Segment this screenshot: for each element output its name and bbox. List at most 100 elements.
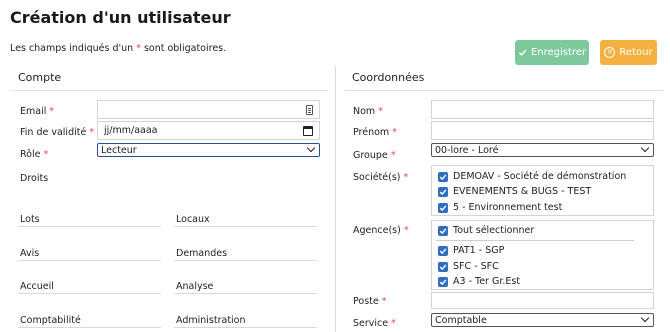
- back-button-label: Retour: [619, 47, 653, 58]
- droit-analyse-underline: [174, 293, 317, 294]
- poste-field[interactable]: [431, 292, 654, 309]
- checkmark-icon: [439, 174, 447, 181]
- droit-administration[interactable]: Administration: [176, 315, 246, 326]
- prenom-label-text: Prénom: [353, 127, 390, 138]
- validity-label-text: Fin de validité: [20, 127, 87, 138]
- droit-accueil-underline: [18, 293, 161, 294]
- section-title-coordonnees: Coordonnées: [352, 71, 425, 84]
- calendar-icon: [303, 125, 313, 136]
- droit-comptabilite[interactable]: Comptabilité: [20, 315, 81, 326]
- checkmark-icon: [439, 205, 447, 212]
- droit-locaux[interactable]: Locaux: [176, 214, 210, 225]
- nom-label-text: Nom: [353, 106, 376, 117]
- email-label-text: Email: [20, 106, 47, 117]
- droit-demandes-underline: [174, 260, 317, 261]
- poste-label: Poste *: [353, 296, 387, 307]
- email-field[interactable]: [97, 100, 320, 119]
- societe-checkbox-2[interactable]: [438, 187, 448, 197]
- societe-option-3: 5 - Environnement test: [453, 202, 563, 213]
- droit-avis[interactable]: Avis: [20, 248, 39, 259]
- close-circle-icon: ✕: [604, 47, 616, 58]
- poste-label-text: Poste: [353, 296, 379, 307]
- section-title-compte: Compte: [18, 71, 62, 84]
- section-rule-coordonnees: [345, 90, 663, 91]
- prenom-required-star: *: [392, 127, 397, 138]
- checkmark-icon: [439, 189, 447, 196]
- role-required-star: *: [43, 149, 49, 160]
- service-label-text: Service: [353, 318, 389, 329]
- validity-date-field[interactable]: jj/mm/aaaa: [97, 121, 320, 140]
- agence-option-3: A3 - Ter Gr.Est: [453, 276, 521, 287]
- societes-label-text: Société(s): [353, 172, 401, 183]
- service-value: Comptable: [435, 314, 487, 326]
- societe-checkbox-1[interactable]: [438, 172, 448, 182]
- validity-placeholder: jj/mm/aaaa: [104, 125, 158, 136]
- agences-label-text: Agence(s): [353, 225, 401, 236]
- droit-comptabilite-underline: [18, 327, 161, 328]
- droit-analyse[interactable]: Analyse: [176, 281, 213, 292]
- chevron-down-icon: [306, 143, 316, 153]
- societes-required-star: *: [403, 172, 409, 183]
- save-button-label: Enregistrer: [530, 47, 587, 58]
- agences-required-star: *: [403, 225, 409, 236]
- droit-lots[interactable]: Lots: [20, 214, 40, 225]
- groupe-select[interactable]: 00-lore - Loré: [431, 143, 654, 157]
- back-button[interactable]: ✕ Retour: [600, 40, 657, 65]
- groupe-required-star: *: [390, 150, 396, 161]
- checkmark-icon: [439, 264, 447, 271]
- agences-select-all-label: Tout sélectionner: [453, 225, 535, 236]
- required-note-after: sont obligatoires.: [140, 43, 227, 54]
- service-label: Service *: [353, 318, 396, 329]
- email-label: Email *: [20, 106, 54, 117]
- societe-checkbox-3[interactable]: [438, 203, 448, 213]
- droit-avis-underline: [18, 260, 161, 261]
- agences-label: Agence(s) *: [353, 225, 409, 236]
- agence-checkbox-1[interactable]: [438, 246, 448, 256]
- chevron-down-icon: [640, 143, 650, 153]
- page-title: Création d'un utilisateur: [10, 8, 231, 27]
- checkmark-icon: [439, 248, 447, 255]
- nom-field[interactable]: [431, 100, 654, 119]
- nom-required-star: *: [378, 106, 383, 117]
- service-required-star: *: [391, 318, 396, 329]
- prenom-label: Prénom *: [353, 127, 397, 138]
- agences-select-all-checkbox[interactable]: [438, 226, 448, 236]
- agence-checkbox-2[interactable]: [438, 262, 448, 272]
- droit-administration-underline: [174, 327, 317, 328]
- role-value: Lecteur: [101, 144, 137, 156]
- role-label: Rôle *: [20, 149, 48, 160]
- groupe-value: 00-lore - Loré: [435, 144, 499, 156]
- societe-option-2: EVENEMENTS & BUGS - TEST: [453, 186, 592, 197]
- droit-accueil[interactable]: Accueil: [20, 281, 54, 292]
- check-icon: [518, 49, 527, 56]
- agence-option-1: PAT1 - SGP: [453, 245, 505, 256]
- role-select[interactable]: Lecteur: [97, 143, 320, 157]
- validity-required-star: *: [89, 127, 95, 138]
- droit-demandes[interactable]: Demandes: [176, 248, 227, 259]
- droit-lots-underline: [18, 226, 161, 227]
- save-button[interactable]: Enregistrer: [515, 40, 589, 65]
- poste-required-star: *: [381, 296, 387, 307]
- service-select[interactable]: Comptable: [431, 313, 654, 327]
- section-rule-compte: [10, 90, 328, 91]
- role-label-text: Rôle: [20, 149, 41, 160]
- societe-option-1: DEMOAV - Société de démonstration: [453, 171, 627, 182]
- email-required-star: *: [49, 106, 55, 117]
- societes-label: Société(s) *: [353, 172, 408, 183]
- chevron-down-icon: [640, 313, 650, 323]
- required-fields-note: Les champs indiqués d'un * sont obligato…: [10, 43, 226, 54]
- column-divider: [335, 66, 336, 332]
- required-note-before: Les champs indiqués d'un: [10, 43, 137, 54]
- droit-locaux-underline: [174, 226, 317, 227]
- prenom-field[interactable]: [431, 121, 654, 140]
- agences-separator: [436, 240, 634, 241]
- checkmark-icon: [439, 279, 447, 286]
- groupe-label-text: Groupe: [353, 150, 388, 161]
- nom-label: Nom *: [353, 106, 383, 117]
- agence-option-2: SFC - SFC: [453, 261, 499, 272]
- contact-card-icon: [306, 104, 313, 115]
- groupe-label: Groupe *: [353, 150, 396, 161]
- droits-label: Droits: [20, 173, 49, 184]
- agence-checkbox-3[interactable]: [438, 277, 448, 287]
- checkmark-icon: [439, 228, 447, 235]
